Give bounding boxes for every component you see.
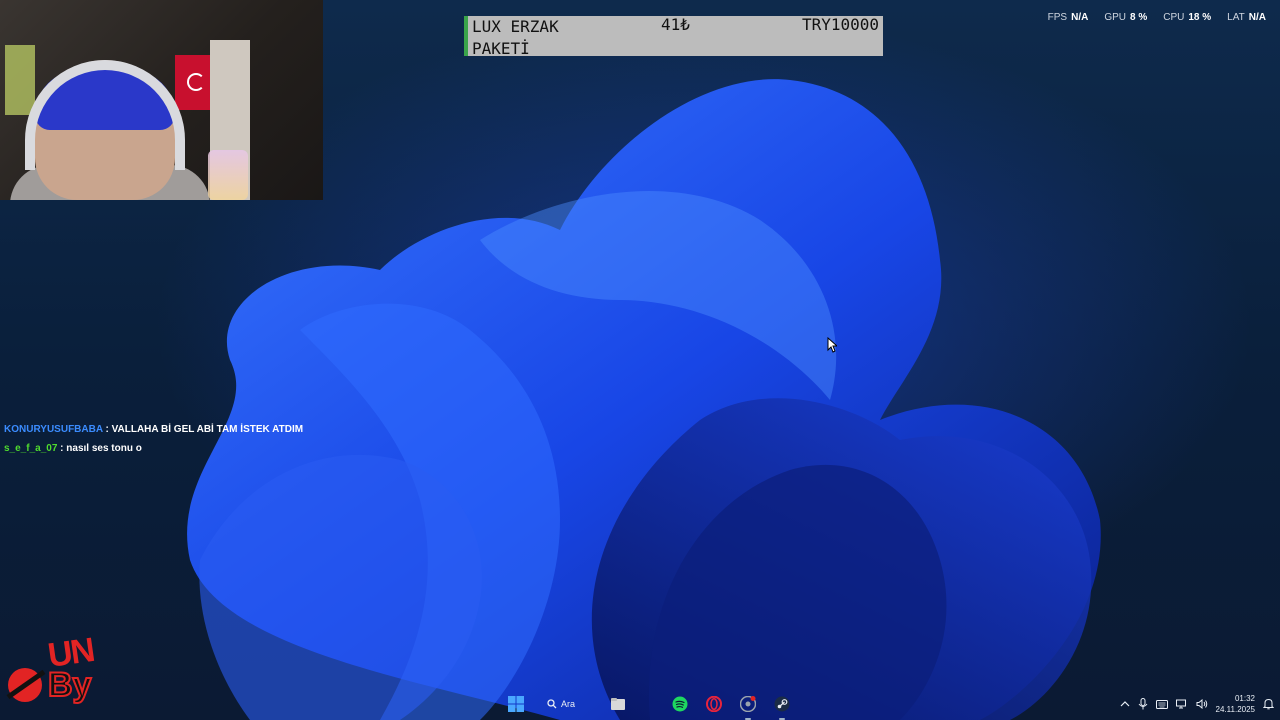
logo-letters: UN <box>45 631 96 675</box>
webcam-overlay <box>0 0 323 200</box>
taskbar-search-button[interactable]: Ara <box>537 693 597 715</box>
file-explorer-icon[interactable] <box>605 691 631 717</box>
mouse-cursor-icon <box>827 337 837 353</box>
start-icon[interactable] <box>503 691 529 717</box>
taskbar-clock[interactable]: 01:32 24.11.2025 <box>1216 693 1255 715</box>
chevron-up-icon[interactable] <box>1120 699 1130 709</box>
network-icon[interactable] <box>1175 699 1188 709</box>
perf-gpu: GPU 8 % <box>1104 12 1148 23</box>
chrome-icon[interactable] <box>735 691 761 720</box>
clock-date: 24.11.2025 <box>1215 705 1255 714</box>
perf-fps: FPS N/A <box>1047 12 1089 23</box>
donation-item-name: LUX ERZAK PAKETİ <box>472 17 559 58</box>
volume-icon[interactable] <box>1196 699 1208 709</box>
chat-username: s_e_f_a_07 <box>4 443 58 454</box>
perf-latency: LAT N/A <box>1227 12 1266 23</box>
chat-username: KONURYUSUFBABA <box>4 424 103 435</box>
microphone-icon[interactable] <box>1138 698 1148 710</box>
steam-icon[interactable] <box>769 691 795 720</box>
keyboard-icon[interactable] <box>1155 699 1168 709</box>
chat-text: VALLAHA Bİ GEL ABİ TAM İSTEK ATDIM <box>111 424 304 435</box>
lamp-decoration <box>208 150 248 200</box>
chat-message: s_e_f_a_07 : nasıl ses tonu o <box>4 443 142 454</box>
taskbar: Ara 01:32 24.11.2025 <box>0 688 1280 720</box>
performance-overlay: FPS N/A GPU 8 % CPU 18 % LAT N/A <box>1048 12 1266 23</box>
search-icon <box>547 699 557 709</box>
notification-bell-icon[interactable] <box>1263 698 1274 710</box>
search-label: Ara <box>561 699 576 709</box>
chat-message: KONURYUSUFBABA : VALLAHA Bİ GEL ABİ TAM … <box>4 424 304 435</box>
chat-text: nasıl ses tonu o <box>66 443 142 454</box>
taskbar-apps: Ara <box>503 688 795 720</box>
wall-poster <box>5 45 35 115</box>
system-tray: 01:32 24.11.2025 <box>1120 688 1274 720</box>
donation-amount: 41₺ <box>661 15 690 34</box>
headset-icon <box>25 60 185 170</box>
chat-overlay: KONURYUSUFBABA : VALLAHA Bİ GEL ABİ TAM … <box>4 420 303 458</box>
clock-time: 01:32 <box>1234 694 1255 703</box>
flag-decoration <box>175 55 215 110</box>
perf-cpu: CPU 18 % <box>1163 12 1212 23</box>
opera-gx-icon[interactable] <box>701 691 727 717</box>
donation-alert: LUX ERZAK PAKETİ 41₺ TRY10000 <box>464 15 883 58</box>
donation-currency-amount: TRY10000 <box>801 15 879 34</box>
spotify-icon[interactable] <box>667 691 693 717</box>
